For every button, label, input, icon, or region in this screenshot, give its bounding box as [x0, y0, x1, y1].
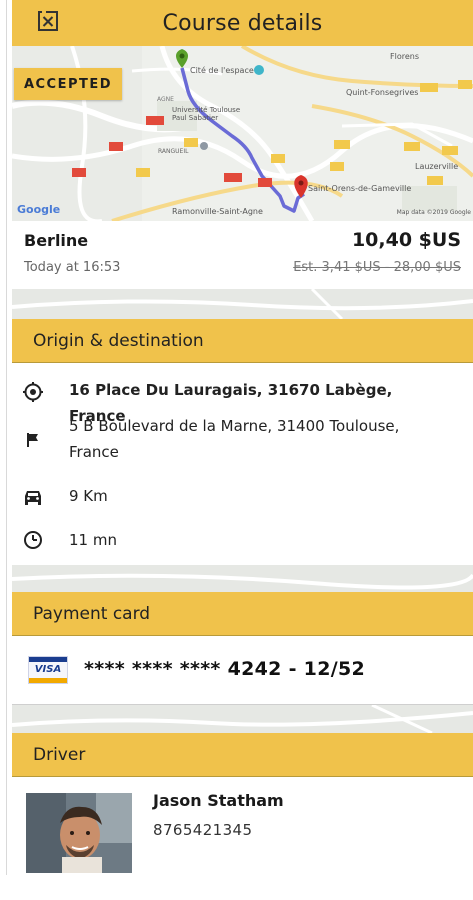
visa-card-icon: VISA — [28, 656, 68, 684]
origin-destination-section: 16 Place Du Lauragais, 31670 Labège, Fra… — [12, 363, 473, 565]
map-label: Cité de l'espace — [190, 66, 254, 75]
map-label: Lauzerville — [415, 162, 459, 171]
map-label: AGNE — [157, 96, 174, 103]
map-strip-divider — [12, 705, 473, 733]
map-strip-divider — [12, 289, 473, 319]
clock-icon — [22, 529, 44, 551]
ride-time: Today at 16:53 — [24, 260, 121, 275]
status-badge: ACCEPTED — [14, 68, 122, 100]
map-label: Florens — [390, 52, 419, 61]
page-title: Course details — [162, 10, 323, 36]
vehicle-type: Berline — [24, 231, 89, 250]
map-label: Université Toulouse Paul Sabatier — [172, 106, 241, 122]
app-header: Course details — [12, 0, 473, 46]
map-label: Quint-Fonsegrives — [346, 88, 419, 97]
payment-card-header: Payment card — [12, 592, 473, 636]
map-strip-divider — [12, 565, 473, 592]
price-estimate: Est. 3,41 $US - 28,00 $US — [293, 260, 461, 275]
driver-phone[interactable]: 8765421345 — [153, 821, 252, 839]
map-attribution: Map data ©2019 Google — [396, 209, 471, 216]
close-button[interactable] — [36, 9, 60, 33]
close-icon — [38, 10, 58, 31]
driver-header: Driver — [12, 733, 473, 777]
flag-icon — [22, 429, 44, 451]
ride-price: 10,40 $US — [351, 229, 461, 251]
origin-destination-header: Origin & destination — [12, 319, 473, 363]
driver-name: Jason Statham — [153, 791, 284, 810]
card-brand: VISA — [34, 664, 62, 675]
map-label: Rangueil — [158, 148, 189, 155]
driver-photo — [26, 793, 132, 873]
destination-address: 5 B Boulevard de la Marne, 31400 Toulous… — [69, 417, 400, 461]
trip-duration: 11 mn — [69, 531, 117, 549]
google-logo: Google — [17, 203, 61, 216]
map-label: Saint-Orens-de-Gameville — [308, 184, 412, 193]
card-number: **** **** **** 4242 - 12/52 — [84, 658, 365, 680]
left-divider — [6, 0, 7, 875]
trip-distance: 9 Km — [69, 487, 108, 505]
course-details-screen: Course details Florens Quint-Fonsegrives… — [0, 0, 473, 900]
car-icon — [22, 485, 44, 507]
ride-summary: Berline Today at 16:53 10,40 $US Est. 3,… — [12, 221, 473, 290]
target-icon — [22, 381, 44, 403]
payment-card-row[interactable]: VISA **** **** **** 4242 - 12/52 — [12, 636, 473, 705]
map-label: Ramonville-Saint-Agne — [172, 207, 263, 216]
driver-section: Jason Statham 8765421345 — [12, 777, 473, 875]
